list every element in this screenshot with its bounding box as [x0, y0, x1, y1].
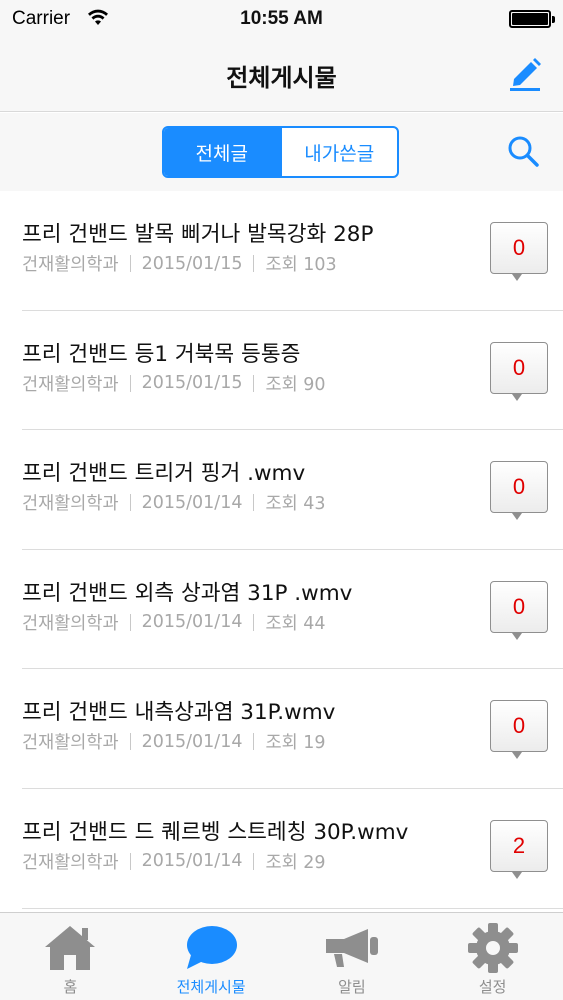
post-filter-segmented-control: 전체글 내가쓴글 [162, 126, 399, 178]
tab-bar: 홈 전체게시물 알림 설정 [0, 912, 563, 1000]
divider [129, 613, 131, 631]
divider [129, 255, 131, 272]
post-date: 2015/01/14 [141, 851, 243, 872]
divider [253, 733, 255, 751]
comment-count-badge: 2 [490, 819, 548, 872]
comment-count-badge: 0 [490, 700, 548, 753]
post-views: 조회 29 [265, 852, 326, 873]
post-title: 프리 건밴드 트리거 핑거 .wmv [22, 461, 306, 487]
post-author: 건재활의학과 [22, 255, 119, 275]
post-author: 건재활의학과 [22, 374, 119, 395]
post-title: 프리 건밴드 내측상과염 31P.wmv [22, 700, 336, 726]
tab-all-posts[interactable]: 전체게시물 [141, 913, 282, 1000]
tab-label: 전체게시물 [176, 978, 246, 996]
list-item[interactable]: 프리 건밴드 드 퀘르벵 스트레칭 30P.wmv 건재활의학과 2015/01/… [0, 789, 563, 909]
clock: 10:55 AM [240, 8, 323, 29]
badge-tail [512, 513, 522, 521]
list-item[interactable]: 프리 건밴드 내측상과염 31P.wmv 건재활의학과 2015/01/14 조회 … [0, 669, 563, 789]
comment-count-badge: 0 [490, 222, 548, 274]
post-meta: 건재활의학과 2015/01/14 조회 19 [22, 729, 326, 754]
search-icon [508, 136, 539, 167]
search-button[interactable] [505, 133, 541, 169]
navigation-bar: 전체게시물 [0, 38, 563, 112]
chat-bubble-icon [181, 921, 241, 975]
divider [129, 494, 131, 512]
divider [129, 733, 131, 751]
battery-icon [509, 10, 555, 28]
badge-tail [512, 274, 522, 281]
badge-tail [512, 871, 522, 879]
post-title: 프리 건밴드 발목 삐거나 발목강화 28P [22, 222, 374, 247]
gear-icon [463, 921, 523, 975]
comment-count-badge: 0 [490, 580, 548, 633]
divider [253, 613, 255, 631]
post-date: 2015/01/14 [141, 492, 243, 513]
post-meta: 건재활의학과 2015/01/14 조회 43 [22, 490, 326, 515]
badge-tail [512, 393, 522, 401]
post-title: 프리 건밴드 등1 거북목 등통증 [22, 341, 301, 367]
segment-all-posts[interactable]: 전체글 [164, 128, 280, 176]
divider [253, 255, 255, 272]
pencil-icon [510, 58, 541, 91]
badge-tail [512, 752, 522, 760]
post-views: 조회 19 [265, 733, 326, 754]
post-date: 2015/01/15 [141, 253, 243, 274]
post-views: 조회 44 [265, 613, 326, 634]
megaphone-icon [322, 921, 382, 975]
comment-count-badge: 0 [490, 341, 548, 394]
post-date: 2015/01/14 [141, 731, 243, 752]
post-author: 건재활의학과 [22, 494, 119, 515]
post-date: 2015/01/14 [141, 612, 243, 633]
post-author: 건재활의학과 [22, 733, 119, 754]
comment-count-badge: 0 [490, 461, 548, 514]
divider [253, 494, 255, 512]
divider [129, 374, 131, 392]
list-item[interactable]: 프리 건밴드 등1 거북목 등통증 건재활의학과 2015/01/15 조회 90 … [0, 311, 563, 431]
post-title: 프리 건밴드 드 퀘르벵 스트레칭 30P.wmv [22, 819, 409, 845]
compose-button[interactable] [507, 54, 543, 92]
post-author: 건재활의학과 [22, 852, 119, 873]
filter-bar: 전체글 내가쓴글 [0, 113, 563, 191]
page-title: 전체게시물 [226, 64, 337, 92]
status-bar: Carrier 10:55 AM [0, 0, 563, 38]
post-meta: 건재활의학과 2015/01/14 조회 44 [22, 610, 326, 635]
tab-settings[interactable]: 설정 [422, 913, 563, 1000]
post-views: 조회 103 [265, 255, 337, 275]
post-views: 조회 90 [265, 374, 326, 395]
badge-tail [512, 632, 522, 640]
post-date: 2015/01/15 [141, 373, 243, 394]
tab-label: 알림 [338, 978, 366, 996]
divider [253, 852, 255, 870]
post-views: 조회 43 [265, 494, 326, 515]
segment-my-posts[interactable]: 내가쓴글 [279, 128, 398, 176]
post-title: 프리 건밴드 외측 상과염 31P .wmv [22, 580, 353, 606]
post-list: 프리 건밴드 발목 삐거나 발목강화 28P 건재활의학과 2015/01/15 조… [0, 191, 563, 909]
post-meta: 건재활의학과 2015/01/14 조회 29 [22, 849, 326, 874]
tab-label: 홈 [63, 978, 78, 996]
divider [129, 852, 131, 870]
home-icon [40, 921, 100, 975]
post-meta: 건재활의학과 2015/01/15 조회 90 [22, 371, 326, 396]
list-item[interactable]: 프리 건밴드 트리거 핑거 .wmv 건재활의학과 2015/01/14 조회 43… [0, 430, 563, 550]
tab-home[interactable]: 홈 [0, 913, 141, 1000]
list-item[interactable]: 프리 건밴드 발목 삐거나 발목강화 28P 건재활의학과 2015/01/15 조… [0, 191, 563, 311]
tab-notifications[interactable]: 알림 [282, 913, 423, 1000]
post-author: 건재활의학과 [22, 613, 119, 634]
divider [253, 374, 255, 392]
tab-label: 설정 [478, 978, 507, 996]
list-item[interactable]: 프리 건밴드 외측 상과염 31P .wmv 건재활의학과 2015/01/14 조… [0, 550, 563, 670]
post-meta: 건재활의학과 2015/01/15 조회 103 [22, 251, 337, 276]
